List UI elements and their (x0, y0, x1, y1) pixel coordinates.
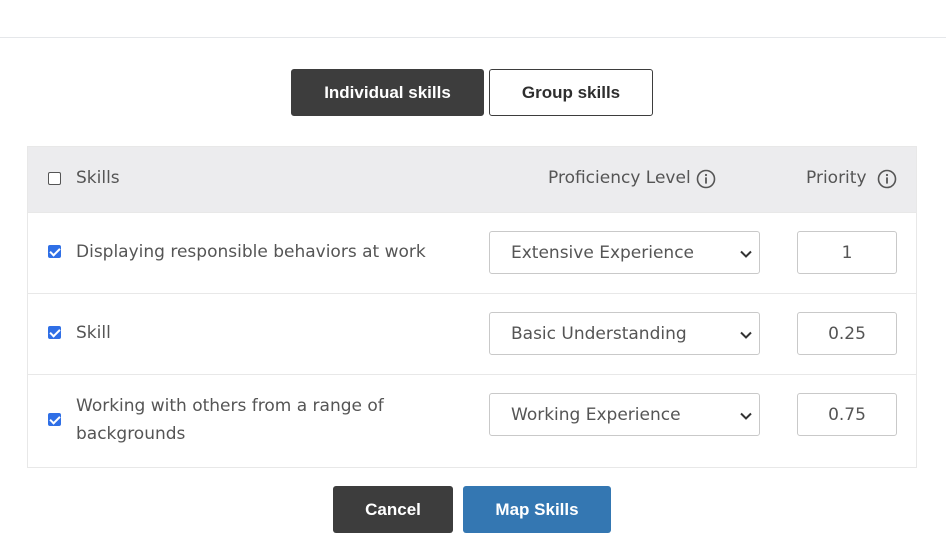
row-checkbox[interactable] (48, 326, 61, 339)
tab-individual-skills[interactable]: Individual skills (291, 69, 484, 116)
proficiency-select[interactable]: Working Experience (489, 393, 760, 436)
table-row: Displaying responsible behaviors at work… (28, 212, 916, 293)
cancel-button[interactable]: Cancel (333, 486, 453, 533)
skill-name: Skill (76, 323, 111, 343)
priority-input[interactable]: 0.75 (797, 393, 897, 436)
map-skills-button[interactable]: Map Skills (463, 486, 611, 533)
priority-input[interactable]: 0.25 (797, 312, 897, 355)
select-all-checkbox[interactable] (48, 172, 61, 185)
row-checkbox[interactable] (48, 245, 61, 258)
info-icon[interactable] (877, 169, 897, 193)
skill-name: Working with others from a range of back… (76, 396, 384, 444)
table-header: Skills Proficiency Level Priority (28, 147, 916, 212)
chevron-down-icon (739, 327, 753, 346)
skills-table: Skills Proficiency Level Priority Displa… (27, 146, 917, 468)
skill-name: Displaying responsible behaviors at work (76, 242, 426, 262)
row-checkbox[interactable] (48, 413, 61, 426)
proficiency-value: Basic Understanding (511, 324, 687, 344)
priority-column-header: Priority (806, 168, 867, 188)
info-icon[interactable] (696, 169, 716, 193)
proficiency-select[interactable]: Basic Understanding (489, 312, 760, 355)
proficiency-select[interactable]: Extensive Experience (489, 231, 760, 274)
chevron-down-icon (739, 408, 753, 427)
top-divider (0, 37, 946, 38)
chevron-down-icon (739, 246, 753, 265)
skill-type-tabs: Individual skills Group skills (291, 69, 653, 116)
proficiency-value: Working Experience (511, 405, 681, 425)
proficiency-column-header: Proficiency Level (548, 168, 691, 188)
priority-input[interactable]: 1 (797, 231, 897, 274)
proficiency-value: Extensive Experience (511, 243, 695, 263)
tab-group-skills[interactable]: Group skills (489, 69, 653, 116)
table-row: Skill Basic Understanding 0.25 (28, 293, 916, 374)
table-row: Working with others from a range of back… (28, 374, 916, 467)
skills-column-header: Skills (76, 168, 120, 188)
